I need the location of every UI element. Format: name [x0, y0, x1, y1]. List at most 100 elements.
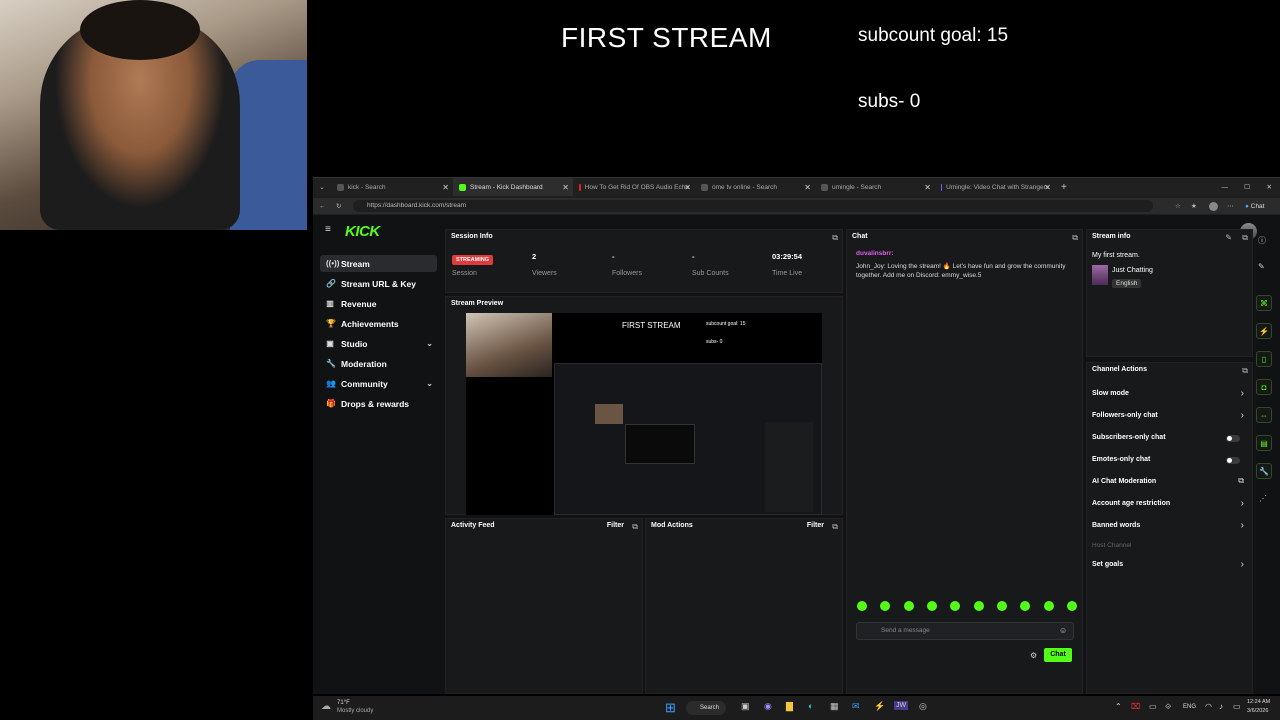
rail-button-3[interactable]: ▯: [1256, 351, 1272, 367]
chat-send-button[interactable]: Chat: [1044, 648, 1072, 662]
pencil-icon[interactable]: ✎: [1258, 262, 1265, 271]
info-icon[interactable]: ⓘ: [1258, 235, 1266, 246]
sidebar-item-achievements[interactable]: 🏆 Achievements: [320, 315, 437, 332]
emote-icon[interactable]: [1043, 601, 1054, 611]
emote-icon[interactable]: [973, 601, 984, 611]
popout-icon[interactable]: ⧉: [832, 233, 838, 243]
chat-settings-icon[interactable]: ⚙: [1030, 651, 1037, 660]
weather-icon[interactable]: ☁: [321, 701, 331, 712]
rail-button-4[interactable]: ◘: [1256, 379, 1272, 395]
account-age-row[interactable]: Account age restriction: [1092, 500, 1170, 507]
edge-icon[interactable]: ◐: [808, 701, 813, 711]
kick-logo[interactable]: KICK: [345, 223, 380, 240]
tab-umingle[interactable]: Umingle: Video Chat with Strangers ✕: [935, 178, 1055, 196]
favorites-icon[interactable]: ★: [1191, 202, 1197, 210]
edit-pencil-icon[interactable]: ✎: [1225, 233, 1232, 242]
rail-button-1[interactable]: ⌘: [1256, 295, 1272, 311]
external-link-icon[interactable]: ⧉: [1238, 476, 1244, 486]
battery-icon[interactable]: ▭: [1233, 702, 1241, 711]
emote-icon[interactable]: [880, 601, 891, 611]
popout-icon[interactable]: ⧉: [1072, 233, 1078, 243]
copilot-icon[interactable]: ◉: [764, 701, 772, 712]
emoji-picker-icon[interactable]: ☺: [1059, 626, 1067, 635]
close-icon[interactable]: ✕: [442, 183, 449, 192]
minimize-icon[interactable]: —: [1222, 184, 1229, 191]
tab-umingle-search[interactable]: umingle - Search ✕: [815, 178, 935, 196]
profile-avatar-icon[interactable]: [1209, 201, 1218, 211]
chat-input[interactable]: Send a message: [856, 622, 1074, 640]
stream-preview-video[interactable]: FIRST STREAM subcount goal: 15 subs- 0: [466, 313, 822, 515]
category-label[interactable]: Just Chatting: [1112, 267, 1153, 274]
tab-kick-dashboard[interactable]: Stream - Kick Dashboard ✕: [453, 178, 573, 196]
sidebar-item-community[interactable]: 👥 Community ⌄: [320, 375, 437, 392]
slow-mode-row[interactable]: Slow mode: [1092, 390, 1129, 397]
app-icon[interactable]: ⚡: [874, 701, 885, 712]
back-icon[interactable]: ←: [319, 203, 326, 210]
popout-icon[interactable]: ⧉: [632, 522, 638, 532]
sidebar-item-stream[interactable]: ((•)) Stream: [320, 255, 437, 272]
emote-icon[interactable]: [1066, 601, 1077, 611]
close-icon[interactable]: ✕: [562, 183, 569, 192]
chevron-right-icon[interactable]: ›: [1241, 520, 1244, 531]
task-view-icon[interactable]: ▣: [741, 701, 750, 712]
sidebar-item-studio[interactable]: ▣ Studio ⌄: [320, 335, 437, 352]
chevron-right-icon[interactable]: ›: [1241, 388, 1244, 399]
tab-list-chevron-icon[interactable]: ⌄: [313, 183, 331, 191]
url-field[interactable]: https://dashboard.kick.com/stream: [353, 200, 1153, 212]
clock-date[interactable]: 3/6/2026: [1247, 708, 1268, 714]
share-icon[interactable]: ⋰: [1259, 494, 1267, 503]
set-goals-row[interactable]: Set goals: [1092, 561, 1123, 568]
new-tab-icon[interactable]: +: [1061, 182, 1067, 193]
maximize-icon[interactable]: ☐: [1244, 183, 1250, 191]
mod-filter-button[interactable]: Filter: [807, 522, 824, 529]
wifi-icon[interactable]: ◠: [1205, 702, 1212, 711]
emote-icon[interactable]: [903, 601, 914, 611]
rail-button-5[interactable]: ⇔: [1256, 407, 1272, 423]
rail-button-6[interactable]: ▤: [1256, 435, 1272, 451]
mail-icon[interactable]: ✉: [852, 701, 860, 712]
followers-only-row[interactable]: Followers-only chat: [1092, 412, 1158, 419]
jw-app-icon[interactable]: JW: [894, 701, 909, 710]
banned-words-row[interactable]: Banned words: [1092, 522, 1140, 529]
file-explorer-icon[interactable]: ▇: [786, 701, 793, 712]
chevron-right-icon[interactable]: ›: [1241, 559, 1244, 570]
window-close-icon[interactable]: ✕: [1267, 183, 1272, 191]
sidebar-item-moderation[interactable]: 🔧 Moderation: [320, 355, 437, 372]
chevron-right-icon[interactable]: ›: [1241, 498, 1244, 509]
activity-filter-button[interactable]: Filter: [607, 522, 624, 529]
obs-icon[interactable]: ◎: [919, 701, 927, 712]
tab-ome-tv[interactable]: ome tv online - Search ✕: [695, 178, 815, 196]
emotes-only-toggle[interactable]: [1226, 457, 1240, 464]
popout-icon[interactable]: ⧉: [832, 522, 838, 532]
close-icon[interactable]: ✕: [684, 183, 691, 192]
sidebar-item-stream-url-key[interactable]: 🔗 Stream URL & Key: [320, 275, 437, 292]
store-icon[interactable]: ▦: [830, 701, 839, 712]
hamburger-menu-icon[interactable]: ≡: [325, 224, 331, 235]
close-icon[interactable]: ✕: [804, 183, 811, 192]
sidebar-item-drops-rewards[interactable]: 🎁 Drops & rewards: [320, 395, 437, 412]
popout-icon[interactable]: ⧉: [1242, 366, 1248, 376]
chevron-right-icon[interactable]: ›: [1241, 410, 1244, 421]
emote-icon[interactable]: [950, 601, 961, 611]
tab-kick-search[interactable]: kick - Search ✕: [331, 178, 453, 196]
tray-chevron-icon[interactable]: ⌃: [1115, 702, 1122, 711]
tray-icon[interactable]: ⌧: [1131, 702, 1140, 711]
close-icon[interactable]: ✕: [1044, 183, 1051, 192]
tab-obs-echo[interactable]: How To Get Rid Of OBS Audio Echo ✕: [573, 178, 695, 196]
copilot-chat-button[interactable]: ● Chat: [1245, 203, 1264, 210]
refresh-icon[interactable]: ↻: [336, 202, 341, 210]
rail-button-7[interactable]: 🔧: [1256, 463, 1272, 479]
sidebar-item-revenue[interactable]: ▥ Revenue: [320, 295, 437, 312]
bookmark-star-icon[interactable]: ☆: [1175, 202, 1181, 210]
popout-icon[interactable]: ⧉: [1242, 233, 1248, 243]
tray-icon[interactable]: ▭: [1149, 702, 1157, 711]
emote-icon[interactable]: [1020, 601, 1031, 611]
chat-username[interactable]: duvalinsbrr:: [856, 250, 894, 257]
emote-icon[interactable]: [857, 601, 867, 611]
close-icon[interactable]: ✕: [924, 183, 931, 192]
volume-icon[interactable]: ♪: [1219, 702, 1223, 711]
subscribers-only-toggle[interactable]: [1226, 435, 1240, 442]
tray-icon[interactable]: ⟐: [1165, 702, 1171, 712]
emote-icon[interactable]: [926, 601, 937, 611]
ai-chat-moderation-row[interactable]: AI Chat Moderation: [1092, 478, 1156, 485]
